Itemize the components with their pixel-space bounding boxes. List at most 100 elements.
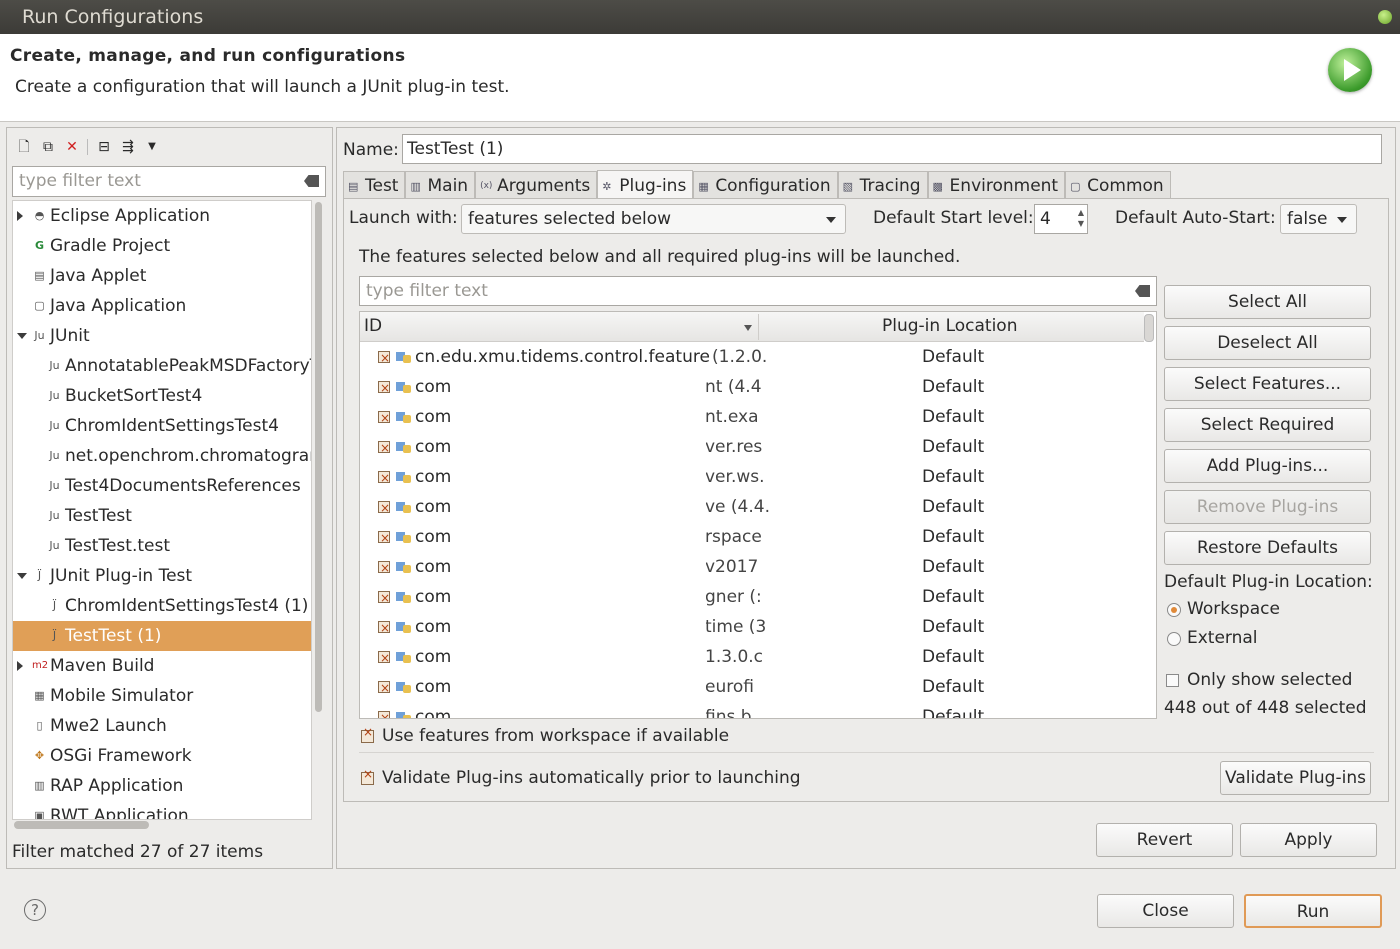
row-checkbox[interactable] <box>378 343 390 373</box>
row-checkbox[interactable] <box>378 403 390 433</box>
tab-plug-ins[interactable]: ✲ Plug-ins <box>597 170 694 199</box>
row-checkbox[interactable] <box>378 523 390 553</box>
tree-horizontal-scrollbar[interactable] <box>12 820 312 830</box>
row-checkbox[interactable] <box>378 493 390 523</box>
features-table[interactable]: ID Plug-in Location cn.edu.xmu.tidems.co… <box>359 311 1157 719</box>
tree-item[interactable]: J̈ TestTest (1) <box>13 621 311 651</box>
workspace-radio-label[interactable]: Workspace <box>1187 599 1280 619</box>
row-location[interactable]: Default <box>922 522 984 552</box>
view-menu-icon[interactable]: ▼ <box>143 138 161 156</box>
validate-plugins-button[interactable]: Validate Plug-ins <box>1220 761 1371 795</box>
auto-start-combo[interactable]: false <box>1280 204 1357 234</box>
tree-item[interactable]: Ju TestTest.test <box>13 531 311 561</box>
row-location[interactable]: Default <box>922 402 984 432</box>
column-location[interactable]: Plug-in Location <box>882 316 1017 336</box>
plugin-filter-input[interactable]: type filter text <box>359 276 1157 306</box>
row-location[interactable]: Default <box>922 642 984 672</box>
tree-item[interactable]: Ju BucketSortTest4 <box>13 381 311 411</box>
use-workspace-features-checkbox[interactable] <box>361 725 374 743</box>
validate-auto-label[interactable]: Validate Plug-ins automatically prior to… <box>382 768 801 788</box>
run-button[interactable]: Run <box>1244 894 1382 928</box>
add-plugins-button[interactable]: Add Plug-ins... <box>1164 449 1371 483</box>
tree-item[interactable]: ▤ Java Applet <box>13 261 311 291</box>
tree-item[interactable]: ▦ Mobile Simulator <box>13 681 311 711</box>
name-input[interactable]: TestTest (1) <box>402 134 1382 164</box>
tab-main[interactable]: ▥ Main <box>405 171 476 198</box>
new-config-icon[interactable]: 🗋 <box>15 138 33 156</box>
tree-item[interactable]: Ju TestTest <box>13 501 311 531</box>
column-id[interactable]: ID <box>364 316 382 336</box>
tab-tracing[interactable]: ▧ Tracing <box>837 171 928 198</box>
external-radio-label[interactable]: External <box>1187 628 1258 648</box>
tab-common[interactable]: ▢ Common <box>1065 171 1171 198</box>
select-required-button[interactable]: Select Required <box>1164 408 1371 442</box>
row-checkbox[interactable] <box>378 613 390 643</box>
row-checkbox[interactable] <box>378 673 390 703</box>
row-location[interactable]: Default <box>922 552 984 582</box>
close-button[interactable]: Close <box>1097 894 1234 928</box>
select-all-button[interactable]: Select All <box>1164 285 1371 319</box>
tree-item[interactable]: ▯ Mwe2 Launch <box>13 711 311 741</box>
revert-button[interactable]: Revert <box>1096 823 1233 857</box>
table-vertical-scrollbar[interactable] <box>1144 314 1154 342</box>
deselect-all-button[interactable]: Deselect All <box>1164 326 1371 360</box>
row-checkbox[interactable] <box>378 553 390 583</box>
row-location[interactable]: Default <box>922 462 984 492</box>
table-row[interactable]: cn.edu.xmu.tidems.control.feature(1.2.0.… <box>360 342 1144 373</box>
delete-config-icon[interactable]: ✕ <box>63 138 81 156</box>
row-location[interactable]: Default <box>922 492 984 522</box>
row-location[interactable]: Default <box>922 432 984 462</box>
tab-arguments[interactable]: (x) Arguments <box>475 171 598 198</box>
collapse-arrow-icon[interactable] <box>17 661 23 671</box>
row-location[interactable]: Default <box>922 582 984 612</box>
clear-filter-icon[interactable] <box>304 175 319 187</box>
remove-plugins-button[interactable]: Remove Plug-ins <box>1164 490 1371 524</box>
row-location[interactable]: Default <box>922 672 984 702</box>
collapse-all-icon[interactable]: ⊟ <box>95 138 113 156</box>
row-location[interactable]: Default <box>922 612 984 642</box>
restore-defaults-button[interactable]: Restore Defaults <box>1164 531 1371 565</box>
external-radio[interactable] <box>1167 632 1181 646</box>
launch-with-combo[interactable]: features selected below <box>461 204 846 234</box>
config-tree[interactable]: ◓ Eclipse Application G Gradle Project ▤ Java… <box>12 200 312 820</box>
row-checkbox[interactable] <box>378 703 390 718</box>
tree-item[interactable]: Ju ChromIdentSettingsTest4 <box>13 411 311 441</box>
filter-config-icon[interactable]: ⇶ <box>119 138 137 156</box>
start-level-spinner[interactable]: 4 ▲ ▼ <box>1034 204 1088 234</box>
tree-item[interactable]: G Gradle Project <box>13 231 311 261</box>
window-control-icon[interactable] <box>1378 10 1392 24</box>
row-location[interactable]: Default <box>922 342 984 372</box>
help-icon[interactable]: ? <box>24 899 46 921</box>
tab-test[interactable]: ▤ Test <box>343 171 406 198</box>
row-checkbox[interactable] <box>378 643 390 673</box>
workspace-radio[interactable] <box>1167 603 1181 617</box>
row-checkbox[interactable] <box>378 433 390 463</box>
use-workspace-features-label[interactable]: Use features from workspace if available <box>382 726 729 746</box>
only-show-selected-checkbox[interactable] <box>1166 674 1179 687</box>
row-checkbox[interactable] <box>378 373 390 403</box>
expand-arrow-icon[interactable] <box>17 333 27 339</box>
tab-environment[interactable]: ▩ Environment <box>927 171 1066 198</box>
config-filter-input[interactable]: type filter text <box>12 166 326 197</box>
tree-item[interactable]: ▥ RAP Application <box>13 771 311 801</box>
validate-auto-checkbox[interactable] <box>361 767 374 785</box>
tree-item[interactable]: ▢ Java Application <box>13 291 311 321</box>
expand-arrow-icon[interactable] <box>17 573 27 579</box>
tree-item[interactable]: J̈ JUnit Plug-in Test <box>13 561 311 591</box>
row-checkbox[interactable] <box>378 583 390 613</box>
row-location[interactable]: Default <box>922 372 984 402</box>
only-show-selected-label[interactable]: Only show selected <box>1187 670 1352 690</box>
row-location[interactable]: Default <box>922 702 984 718</box>
clear-filter-icon[interactable] <box>1135 285 1150 297</box>
tree-item[interactable]: m2 Maven Build <box>13 651 311 681</box>
tree-item[interactable]: Ju Test4DocumentsReferences <box>13 471 311 501</box>
tree-item[interactable]: Ju AnnotatablePeakMSDFactoryT <box>13 351 311 381</box>
collapse-arrow-icon[interactable] <box>17 211 23 221</box>
tab-configuration[interactable]: ▦ Configuration <box>693 171 838 198</box>
tree-item[interactable]: Ju net.openchrom.chromatograr <box>13 441 311 471</box>
tree-item[interactable]: ▣ RWT Application <box>13 801 311 819</box>
row-checkbox[interactable] <box>378 463 390 493</box>
duplicate-config-icon[interactable]: ⧉ <box>39 138 57 156</box>
tree-item[interactable]: Ju JUnit <box>13 321 311 351</box>
tree-item[interactable]: J̈ ChromIdentSettingsTest4 (1) <box>13 591 311 621</box>
